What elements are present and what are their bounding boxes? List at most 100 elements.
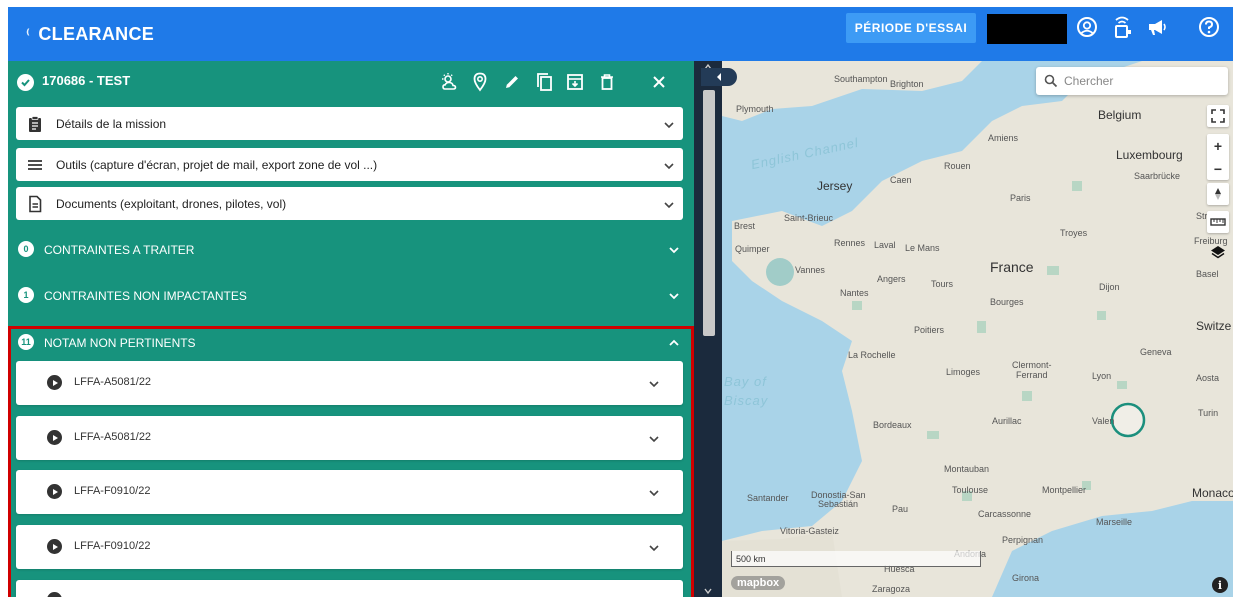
map-label: Montpellier (1042, 485, 1087, 495)
edit-pencil-icon[interactable] (502, 72, 522, 92)
tools-card[interactable]: Outils (capture d'écran, projet de mail,… (16, 148, 683, 181)
close-icon[interactable] (649, 72, 669, 92)
count-badge: 0 (18, 241, 34, 257)
map-label: Aurillac (992, 416, 1022, 426)
brand-logo[interactable]: ⁽ CLEARANCE (26, 7, 154, 61)
map-label: Bordeaux (873, 420, 912, 430)
trash-icon[interactable] (597, 72, 617, 92)
archive-icon[interactable] (565, 72, 585, 92)
layers-icon (1211, 246, 1225, 259)
redacted-user-area (987, 14, 1067, 44)
notam-item[interactable]: LFFA-A5081/22 (16, 416, 683, 460)
help-icon[interactable] (1196, 14, 1222, 40)
play-icon (47, 375, 62, 390)
ruler-icon (1210, 218, 1226, 226)
layers-button[interactable] (1207, 242, 1229, 264)
count-badge: 1 (18, 287, 34, 303)
map-label: Sebastián (818, 499, 859, 509)
measure-button[interactable] (1207, 211, 1229, 233)
scrollbar-thumb[interactable] (703, 90, 715, 336)
notam-item[interactable]: LFFA-F0910/22 (16, 525, 683, 569)
card-label: Outils (capture d'écran, projet de mail,… (56, 158, 378, 172)
notam-label: LFFA-F0910/22 (74, 540, 151, 552)
scroll-down-icon[interactable] (703, 587, 713, 595)
map-label: Lyon (1092, 371, 1112, 381)
map-label: Nantes (840, 288, 869, 298)
chevron-up-icon[interactable] (668, 336, 680, 348)
chevron-down-icon[interactable] (648, 432, 660, 444)
map-search[interactable] (1036, 67, 1228, 95)
notam-item[interactable] (16, 580, 683, 597)
megaphone-icon[interactable] (1144, 14, 1170, 40)
mapbox-logo[interactable]: mapbox (731, 576, 786, 590)
map-label: Marseille (1096, 517, 1133, 527)
chevron-down-icon[interactable] (663, 198, 675, 210)
play-icon (47, 539, 62, 554)
map-label: Ferrand (1016, 370, 1048, 380)
chevron-down-icon[interactable] (648, 541, 660, 553)
weather-icon[interactable] (440, 72, 460, 92)
map-label: France (990, 259, 1034, 275)
zoom-out-icon[interactable]: − (1214, 157, 1222, 180)
map-label: Aosta (1196, 373, 1220, 383)
trial-period-button[interactable]: PÉRIODE D'ESSAI (846, 13, 976, 43)
compass-button[interactable] (1207, 183, 1229, 205)
copy-icon[interactable] (534, 72, 554, 92)
map-label: Belgium (1098, 108, 1142, 122)
map-label: Amiens (988, 133, 1019, 143)
map-label: Plymouth (736, 104, 774, 114)
map-label: Brest (734, 221, 756, 231)
chevron-down-icon[interactable] (663, 118, 675, 130)
play-icon (47, 430, 62, 445)
notam-item[interactable]: LFFA-F0910/22 (16, 470, 683, 514)
map-label: Valen (1092, 416, 1115, 426)
search-icon (1044, 74, 1058, 88)
collapse-panel-button[interactable] (701, 68, 737, 86)
notam-label: LFFA-A5081/22 (74, 431, 152, 443)
map-view[interactable]: Southampton Brighton Plymouth Belgium En… (722, 61, 1233, 597)
map-label: Biscay (724, 393, 769, 408)
card-label: Détails de la mission (56, 117, 167, 131)
notam-item[interactable]: LFFA-A5081/22 (16, 361, 683, 405)
map-label: Vannes (795, 265, 825, 275)
chevron-down-icon[interactable] (663, 159, 675, 171)
map-label: Angers (877, 274, 906, 284)
map-label: Santander (747, 493, 789, 503)
map-label: La Rochelle (848, 350, 896, 360)
count-badge: 11 (18, 334, 34, 350)
chevron-down-icon[interactable] (668, 243, 680, 255)
map-label: Paris (1010, 193, 1031, 203)
map-label: Switze (1196, 319, 1232, 333)
map-label: Rouen (944, 161, 971, 171)
drone-operator-icon[interactable] (1109, 14, 1135, 40)
section-constraints-to-process[interactable]: 0 CONTRAINTES A TRAITER (8, 231, 694, 267)
chevron-left-icon (717, 73, 721, 81)
account-icon[interactable] (1074, 14, 1100, 40)
section-label: CONTRAINTES NON IMPACTANTES (44, 289, 247, 303)
section-notam-not-relevant[interactable]: 11 NOTAM NON PERTINENTS (8, 329, 694, 365)
map-label: Poitiers (914, 325, 945, 335)
section-non-impacting-constraints[interactable]: 1 CONTRAINTES NON IMPACTANTES (8, 277, 694, 313)
fullscreen-button[interactable] (1207, 105, 1229, 127)
search-input[interactable] (1064, 72, 1219, 90)
document-icon (26, 195, 44, 213)
chevron-down-icon[interactable] (648, 377, 660, 389)
map-label: Brighton (890, 79, 924, 89)
map-scale: 500 km (731, 551, 981, 567)
chevron-down-icon[interactable] (648, 486, 660, 498)
zoom-in-icon[interactable]: + (1214, 134, 1222, 157)
map-label: Saarbrücke (1134, 171, 1181, 181)
brand-mark-icon: ⁽ (26, 25, 31, 42)
location-pin-icon[interactable] (470, 72, 490, 92)
fullscreen-icon (1211, 109, 1225, 123)
section-label: NOTAM NON PERTINENTS (44, 336, 196, 350)
chevron-down-icon[interactable] (668, 289, 680, 301)
mission-title: 170686 - TEST (42, 73, 131, 88)
map-label: Montauban (944, 464, 990, 474)
map-label: Bourges (990, 297, 1024, 307)
map-label: Girona (1012, 573, 1040, 583)
map-label: Southampton (834, 74, 888, 84)
info-icon[interactable]: i (1212, 577, 1228, 593)
documents-card[interactable]: Documents (exploitant, drones, pilotes, … (16, 187, 683, 220)
mission-details-card[interactable]: Détails de la mission (16, 107, 683, 140)
